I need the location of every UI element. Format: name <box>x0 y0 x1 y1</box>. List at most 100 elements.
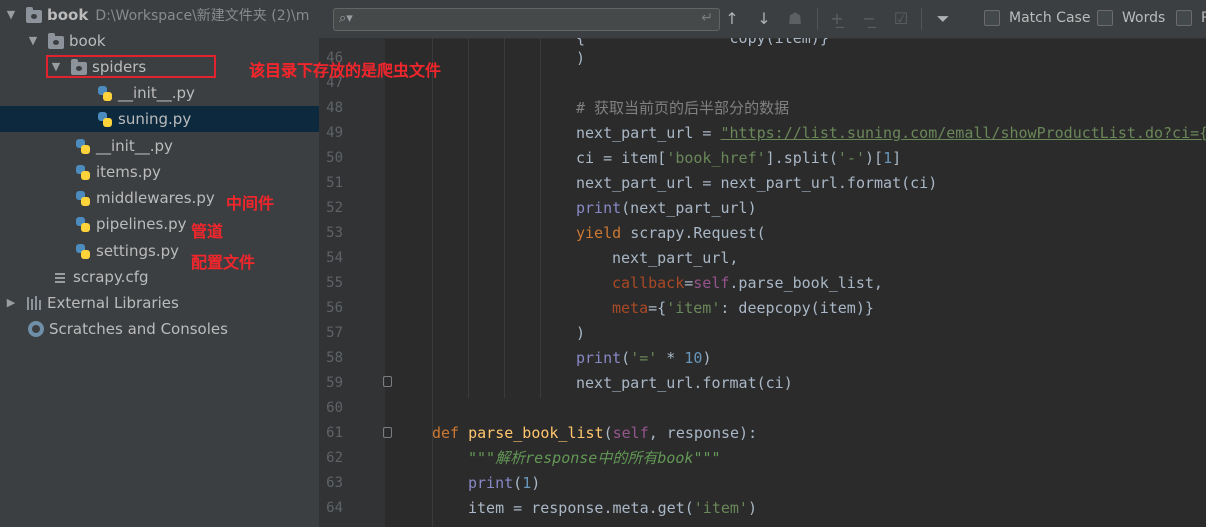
code-line: item = response.meta.get('item') <box>468 496 757 521</box>
search-input[interactable]: ⌕▾ ↵ <box>333 8 720 31</box>
remove-occurrence-icon[interactable]: −̲ <box>859 9 879 29</box>
tree-item-suning[interactable]: suning.py <box>0 106 319 132</box>
search-icon[interactable]: ⌕▾ <box>339 11 353 26</box>
code-line: ) <box>576 321 585 346</box>
settings-annotation: 配置文件 <box>191 253 256 272</box>
folder-icon <box>26 6 42 23</box>
code-line: next_part_url.format(ci) <box>576 371 793 396</box>
external-libraries-label: External Libraries <box>47 294 179 312</box>
tree-item-external-libraries[interactable]: ▶ External Libraries <box>0 290 319 316</box>
words-label[interactable]: Words <box>1122 10 1165 26</box>
code-token: copy(item)} <box>729 38 829 47</box>
match-case-checkbox[interactable] <box>984 10 1000 26</box>
next-occurrence-icon[interactable]: ↓ <box>754 9 774 29</box>
tree-item-scratches[interactable]: Scratches and Consoles <box>0 316 319 342</box>
code-line: callback=self.parse_book_list, <box>612 271 883 296</box>
code-comment: # 获取当前页的后半部分的数据 <box>576 99 790 117</box>
tree-item-book-package[interactable]: ▼ book <box>0 28 319 54</box>
code-token: ) <box>576 49 586 67</box>
indent-guide <box>540 38 541 398</box>
code-token: ] <box>892 149 902 167</box>
indent-guide <box>432 38 433 527</box>
line-number: 54 <box>326 250 343 266</box>
code-token: ( <box>513 474 523 492</box>
config-file-icon <box>52 269 68 285</box>
middlewares-annotation: 中间件 <box>226 194 275 213</box>
line-number: 58 <box>326 350 343 366</box>
match-case-label[interactable]: Match Case <box>1009 10 1090 26</box>
previous-occurrence-icon[interactable]: ↑ <box>722 9 742 29</box>
line-number: 53 <box>326 225 343 241</box>
code-string: '-' <box>837 149 865 167</box>
code-number: 10 <box>684 349 703 367</box>
code-line: { copy(item)} <box>576 38 829 51</box>
select-all-occurrences-icon[interactable]: ☑ <box>891 9 911 29</box>
code-line: yield scrapy.Request( <box>576 221 766 246</box>
code-string: "https://list.suning.com/emall/showProdu… <box>720 124 1206 142</box>
library-icon <box>26 295 42 311</box>
code-self: self <box>612 424 649 442</box>
indent-guide <box>504 38 505 398</box>
regex-label[interactable]: R <box>1201 10 1206 26</box>
filter-icon[interactable]: ⏷ <box>933 9 953 29</box>
code-line: ) <box>576 46 585 71</box>
code-line: def parse_book_list(self, response): <box>432 421 757 446</box>
line-number: 59 <box>326 375 343 391</box>
spiders-annotation-overlay: 该目录下存放的是爬虫文件 <box>249 61 442 80</box>
file-label: items.py <box>96 163 161 181</box>
tree-item-pipelines[interactable]: pipelines.py <box>0 211 319 237</box>
chevron-down-icon[interactable]: ▼ <box>5 9 17 21</box>
python-file-icon <box>75 216 91 233</box>
python-file-icon <box>97 111 113 128</box>
file-label: middlewares.py <box>96 189 215 207</box>
folder-icon <box>48 32 64 49</box>
tree-item-scrapy-cfg[interactable]: scrapy.cfg <box>0 264 319 290</box>
code-token: = <box>684 274 694 292</box>
package-label: book <box>69 32 106 50</box>
code-token: ( <box>603 424 613 442</box>
line-number: 49 <box>326 125 343 141</box>
code-builtin: print <box>468 474 514 492</box>
new-line-icon[interactable]: ↵ <box>701 10 713 26</box>
code-string: 'item' <box>693 499 748 517</box>
code-string: 'item' <box>666 299 721 317</box>
chevron-down-icon[interactable]: ▼ <box>27 35 39 47</box>
pipelines-annotation: 管道 <box>191 222 224 241</box>
fold-marker-icon[interactable] <box>383 427 392 438</box>
tree-item-items[interactable]: items.py <box>0 159 319 185</box>
tree-root-book[interactable]: ▼ book D:\Workspace\新建文件夹 (2)\m <box>0 2 319 28</box>
code-editor[interactable]: { copy(item)} ) # 获取当前页的后半部分的数据 next_par… <box>400 38 1206 527</box>
code-token: ) <box>531 474 541 492</box>
line-number: 55 <box>326 275 343 291</box>
code-line: next_part_url = next_part_url.format(ci) <box>576 171 937 196</box>
code-token: (next_part_url) <box>621 199 757 217</box>
tree-item-settings[interactable]: settings.py <box>0 238 319 264</box>
code-token: item = response.meta.get( <box>468 499 694 517</box>
code-token: next_part_url = <box>576 124 721 142</box>
tree-item-pkg-init[interactable]: __init__.py <box>0 133 319 159</box>
code-param: meta <box>612 299 649 317</box>
add-occurrence-icon[interactable]: +̲ <box>827 9 847 29</box>
line-number: 61 <box>326 425 343 441</box>
line-number: 50 <box>326 150 343 166</box>
regex-checkbox[interactable] <box>1176 10 1192 26</box>
code-line: ci = item['book_href'].split('-')[1] <box>576 146 901 171</box>
python-file-icon <box>75 243 91 260</box>
words-checkbox[interactable] <box>1097 10 1113 26</box>
tree-item-spiders-init[interactable]: __init__.py <box>0 80 319 106</box>
code-token: ].split( <box>765 149 838 167</box>
code-token: scrapy.Request( <box>630 224 766 242</box>
find-all-icon[interactable]: ☗ <box>785 9 805 29</box>
python-file-icon <box>97 85 113 102</box>
code-function-name: parse_book_list <box>468 424 604 442</box>
code-token: )[ <box>865 149 884 167</box>
code-token: ) <box>702 349 712 367</box>
code-token: .parse_book_list, <box>729 274 883 292</box>
code-token: , response): <box>648 424 758 442</box>
python-file-icon <box>75 164 91 181</box>
code-docstring: """解析response中的所有book""" <box>468 449 721 467</box>
code-line: print('=' * 10) <box>576 346 711 371</box>
chevron-right-icon[interactable]: ▶ <box>5 297 17 309</box>
fold-marker-icon[interactable] <box>383 376 392 387</box>
line-number: 51 <box>326 175 343 191</box>
